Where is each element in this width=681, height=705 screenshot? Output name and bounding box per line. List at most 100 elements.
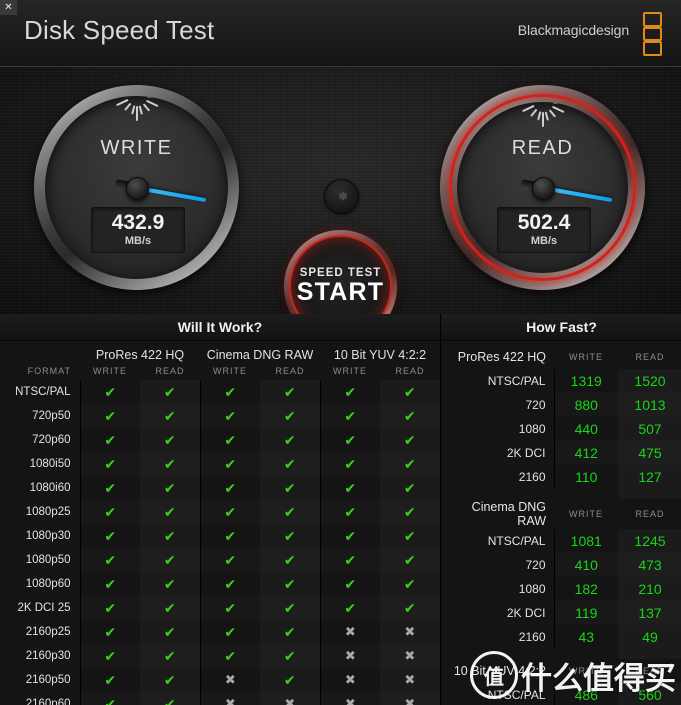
read-speed-value: 1013 (618, 393, 681, 417)
support-cell-pass: ✔ (79, 428, 140, 452)
how-fast-table: ProRes 422 HQ WRITE READ NTSC/PAL 1319 1520 72… (441, 345, 681, 705)
spacer-cell (554, 649, 618, 659)
cross-icon: ✖ (404, 696, 416, 705)
read-speed-value: 49 (618, 625, 681, 649)
table-row: 1080i60 ✔ ✔ ✔ ✔ ✔ ✔ (0, 476, 445, 500)
check-icon: ✔ (403, 479, 416, 496)
check-icon: ✔ (403, 455, 416, 472)
support-cell-fail: ✖ (380, 668, 441, 692)
write-speed-value: 1319 (570, 373, 602, 389)
check-icon: ✔ (344, 383, 357, 400)
support-cell-pass: ✔ (380, 380, 441, 404)
support-cell-pass: ✔ (199, 620, 261, 644)
column-header-prores-read: READ (155, 366, 185, 376)
read-speed-value: 137 (618, 601, 681, 625)
support-cell-pass: ✔ (319, 572, 381, 596)
will-it-work-sub-header-row: FORMAT WRITE READ WRITE READ WRITE READ (0, 364, 444, 380)
check-icon: ✔ (163, 383, 176, 400)
spacer-cell (441, 489, 554, 499)
settings-button[interactable] (324, 179, 359, 214)
check-icon: ✔ (163, 599, 176, 616)
support-cell-pass: ✔ (260, 404, 321, 428)
format-label: 1080p30 (0, 524, 81, 548)
page-title: Disk Speed Test (24, 15, 215, 45)
support-cell-pass: ✔ (199, 596, 261, 620)
support-cell-pass: ✔ (79, 452, 140, 476)
gear-icon (338, 191, 348, 201)
check-icon: ✔ (403, 431, 416, 448)
white-tick-mark (137, 96, 228, 98)
write-speed-value: 43 (578, 629, 595, 645)
table-row: 1080p25 ✔ ✔ ✔ ✔ ✔ ✔ (0, 500, 445, 524)
resolution-label: NTSC/PAL (441, 529, 555, 553)
support-cell-pass: ✔ (140, 524, 201, 548)
support-cell-pass: ✔ (260, 380, 321, 404)
check-icon: ✔ (283, 503, 296, 520)
cross-icon: ✖ (344, 648, 356, 663)
check-icon: ✔ (344, 431, 357, 448)
support-cell-fail: ✖ (199, 668, 261, 692)
support-cell-pass: ✔ (140, 452, 201, 476)
table-row: 1080 182 210 (441, 577, 681, 601)
will-it-work-table: ProRes 422 HQ Cinema DNG RAW 10 Bit YUV … (0, 341, 445, 705)
support-cell-pass: ✔ (140, 500, 201, 524)
write-readout: 432.9 MB/s (91, 207, 185, 254)
resolution-label: 1080 (441, 417, 555, 441)
start-button-line2: START (296, 277, 385, 306)
title-bar: Disk Speed Test Blackmagicdesign (0, 0, 681, 67)
check-icon: ✔ (283, 551, 296, 568)
support-cell-pass: ✔ (260, 548, 321, 572)
support-cell-pass: ✔ (199, 476, 261, 500)
support-cell-pass: ✔ (199, 452, 261, 476)
check-icon: ✔ (163, 407, 176, 424)
support-cell-pass: ✔ (380, 452, 441, 476)
close-icon[interactable]: ✕ (0, 0, 17, 15)
format-label: 1080i50 (0, 452, 81, 476)
check-icon: ✔ (163, 527, 176, 544)
support-cell-pass: ✔ (140, 548, 201, 572)
read-speed-value: 507 (618, 417, 681, 441)
support-cell-fail: ✖ (319, 620, 381, 644)
disk-speed-test-window: ✕ Disk Speed Test Blackmagicdesign WRITE… (0, 0, 681, 705)
check-icon: ✔ (344, 503, 357, 520)
support-cell-pass: ✔ (79, 596, 140, 620)
format-label: 2160p50 (0, 668, 81, 692)
check-icon: ✔ (224, 431, 237, 448)
table-row: 2160p60 ✔ ✔ ✖ ✖ ✖ ✖ (0, 692, 445, 705)
support-cell-pass: ✔ (140, 380, 201, 404)
support-cell-pass: ✔ (79, 500, 140, 524)
table-row: NTSC/PAL 486 560 (441, 683, 681, 705)
how-fast-panel: How Fast? ProRes 422 HQ WRITE READ NTSC/PAL… (441, 314, 681, 705)
check-icon: ✔ (403, 599, 416, 616)
read-value: 502.4 (517, 211, 571, 234)
check-icon: ✔ (224, 575, 237, 592)
support-cell-pass: ✔ (79, 548, 140, 572)
table-row: 2160p25 ✔ ✔ ✔ ✔ ✖ ✖ (0, 620, 445, 644)
format-label: 1080i60 (0, 476, 81, 500)
write-speed-value: 110 (575, 469, 598, 485)
support-cell-pass: ✔ (199, 572, 261, 596)
spacer-cell (554, 489, 618, 499)
support-cell-pass: ✔ (380, 404, 441, 428)
check-icon: ✔ (224, 479, 237, 496)
format-label: 2160p30 (0, 644, 81, 668)
support-cell-pass: ✔ (380, 476, 441, 500)
check-icon: ✔ (104, 431, 117, 448)
spacer-cell (618, 489, 681, 499)
check-icon: ✔ (163, 431, 176, 448)
check-icon: ✔ (104, 575, 117, 592)
cross-icon: ✖ (404, 648, 416, 663)
column-header-prores-write: WRITE (93, 366, 127, 376)
check-icon: ✔ (104, 647, 117, 664)
table-row: 2K DCI 412 475 (441, 441, 681, 465)
table-row: 2160p30 ✔ ✔ ✔ ✔ ✖ ✖ (0, 644, 445, 668)
format-label: 1080p60 (0, 572, 81, 596)
support-cell-pass: ✔ (79, 668, 140, 692)
format-label: 2160p60 (0, 692, 81, 705)
read-speed-value: 127 (618, 465, 681, 489)
resolution-label: 720 (441, 393, 555, 417)
check-icon: ✔ (403, 503, 416, 520)
table-row: NTSC/PAL 1081 1245 (441, 529, 681, 553)
support-cell-pass: ✔ (319, 428, 381, 452)
write-speed-value: 412 (554, 441, 618, 465)
